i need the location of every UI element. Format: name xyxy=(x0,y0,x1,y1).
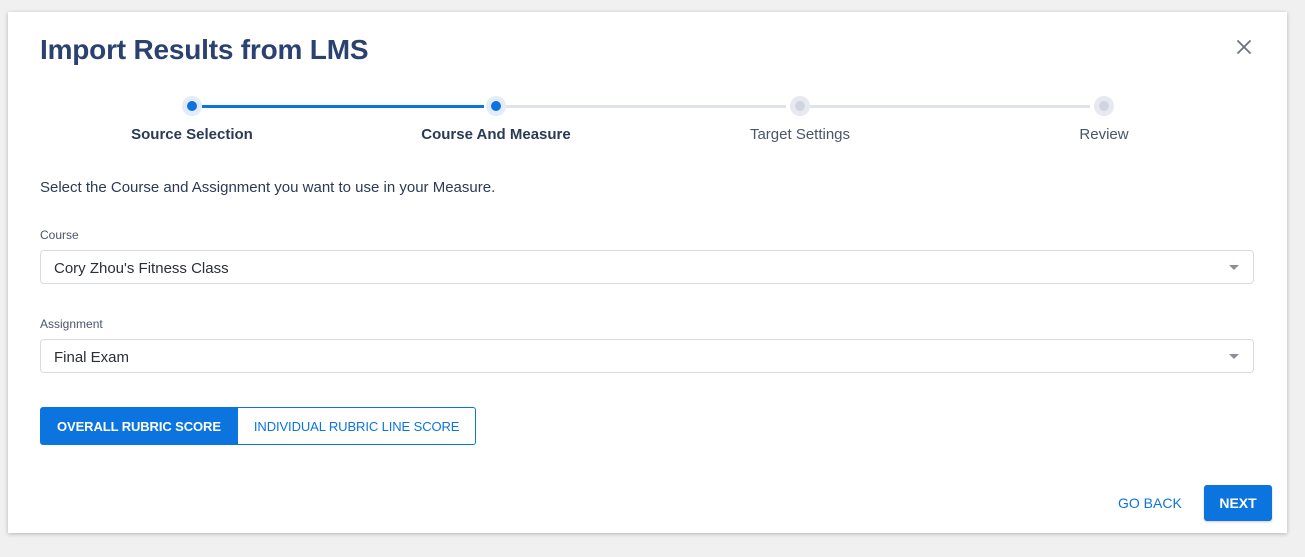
assignment-select[interactable]: Final Exam xyxy=(40,339,1254,373)
step-connector-1 xyxy=(202,105,484,108)
course-label: Course xyxy=(40,228,79,242)
individual-rubric-line-score-button[interactable]: INDIVIDUAL RUBRIC LINE SCORE xyxy=(237,407,477,445)
overall-rubric-score-button[interactable]: OVERALL RUBRIC SCORE xyxy=(40,407,238,445)
step-course-and-measure-dot xyxy=(486,96,506,116)
course-select[interactable]: Cory Zhou's Fitness Class xyxy=(40,250,1254,284)
next-button[interactable]: NEXT xyxy=(1204,485,1272,521)
import-dialog: Import Results from LMS Source Selection… xyxy=(8,12,1287,533)
step-target-settings-dot xyxy=(790,96,810,116)
step-connector-2 xyxy=(506,105,786,108)
step-course-and-measure-label: Course And Measure xyxy=(421,126,571,143)
chevron-down-icon xyxy=(1229,265,1239,270)
step-review-dot xyxy=(1094,96,1114,116)
assignment-select-value: Final Exam xyxy=(54,349,130,366)
assignment-label: Assignment xyxy=(40,317,103,331)
step-source-selection-dot xyxy=(182,96,202,116)
step-target-settings-label: Target Settings xyxy=(749,126,851,143)
step-review-label: Review xyxy=(1079,126,1129,143)
go-back-button[interactable]: GO BACK xyxy=(1112,485,1188,521)
chevron-down-icon xyxy=(1229,354,1239,359)
score-type-toggle: OVERALL RUBRIC SCORE INDIVIDUAL RUBRIC L… xyxy=(40,407,477,445)
instructions-text: Select the Course and Assignment you wan… xyxy=(40,179,496,196)
dialog-title: Import Results from LMS xyxy=(40,34,369,65)
step-source-selection-label: Source Selection xyxy=(131,126,253,143)
course-select-value: Cory Zhou's Fitness Class xyxy=(54,260,229,277)
progress-stepper: Source Selection Course And Measure Targ… xyxy=(8,96,1287,156)
close-icon[interactable] xyxy=(1233,36,1255,58)
step-connector-3 xyxy=(810,105,1090,108)
